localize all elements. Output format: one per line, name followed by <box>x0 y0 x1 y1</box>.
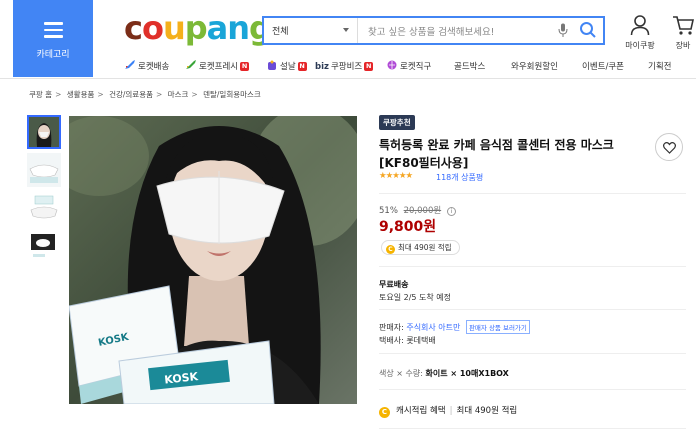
divider <box>379 428 686 429</box>
thumbnail-image <box>27 230 61 264</box>
category-label: 카테고리 <box>36 50 70 60</box>
thumbnail-image <box>27 192 61 226</box>
shipping-date: 토요일 2/5 도착 예정 <box>379 293 452 302</box>
microphone-icon[interactable] <box>558 23 568 38</box>
thumbnail-2[interactable] <box>27 153 61 187</box>
recommend-badge: 쿠팡추천 <box>379 115 415 130</box>
logo-letter: p <box>184 9 208 47</box>
search-category-select[interactable]: 전체 <box>264 18 358 43</box>
seollal-icon <box>268 60 276 70</box>
nav-rocket-delivery[interactable]: 로켓배송 <box>124 60 169 72</box>
breadcrumb-item[interactable]: 건강/의료용품 <box>109 90 153 99</box>
sale-price: 9,800원 <box>379 219 437 235</box>
cart-icon <box>673 16 694 35</box>
divider <box>379 193 686 194</box>
nav-goldbox[interactable]: 골드박스 <box>454 60 485 72</box>
selected-option[interactable]: 색상 × 수량: 화이트 × 10매X1BOX <box>379 368 509 379</box>
nav-rocket-fresh[interactable]: 로켓프레시 N <box>185 60 250 72</box>
discount-rate: 51% <box>379 206 398 216</box>
breadcrumb-item[interactable]: 마스크 <box>168 90 189 99</box>
logo-letter: u <box>162 9 186 47</box>
divider <box>379 389 686 390</box>
wishlist-button[interactable] <box>655 133 683 161</box>
coin-icon: C <box>386 245 395 254</box>
search-bar: 전체 찾고 싶은 상품을 검색해보세요! <box>262 16 605 45</box>
logo-letter: o <box>141 9 164 47</box>
nav-seollal[interactable]: 설날 N <box>266 60 307 72</box>
seller-info: 판매자: 주식회사 아트만 판매자 상품 보러가기 <box>379 320 530 334</box>
breadcrumb-item[interactable]: 쿠팡 홈 <box>29 90 52 99</box>
new-badge: N <box>297 62 307 71</box>
discount-info: 51% 20,000원 i <box>379 204 456 216</box>
rocket-fresh-icon <box>186 60 196 69</box>
product-title: 특허등록 완료 카페 음식점 콜센터 전용 마스크 [KF80필터사용] <box>379 138 614 170</box>
shipping-title: 무료배송 <box>379 280 409 289</box>
courier-info: 택배사: 롯데택배 <box>379 336 436 345</box>
header-divider <box>0 78 696 79</box>
info-icon[interactable]: i <box>446 207 456 216</box>
cash-reward-info: C 캐시적립 혜택 | 최대 490원 적립 <box>379 404 517 418</box>
nav-wow-discount[interactable]: 와우회원할인 <box>511 60 558 72</box>
divider <box>379 266 686 267</box>
breadcrumb: 쿠팡 홈 > 생활용품 > 건강/의료용품 > 마스크 > 덴탈/일회용마스크 <box>29 90 261 99</box>
biz-logo: biz <box>315 62 329 72</box>
mypage-button[interactable]: 마이쿠팡 <box>620 14 660 51</box>
breadcrumb-item[interactable]: 생활용품 <box>67 90 95 99</box>
nav-coupang-biz[interactable]: biz 쿠팡비즈 N <box>315 60 374 72</box>
rating-stars: ★★★★★ <box>379 171 413 181</box>
search-input[interactable]: 찾고 싶은 상품을 검색해보세요! <box>368 24 495 38</box>
thumbnail-image <box>29 117 59 147</box>
new-badge: N <box>240 62 250 71</box>
thumbnail-1[interactable] <box>27 115 61 149</box>
nav-events-coupons[interactable]: 이벤트/쿠폰 <box>582 60 624 72</box>
product-photo: KOSK KOSK <box>69 116 357 404</box>
coin-icon: C <box>379 407 390 418</box>
user-icon <box>630 15 650 36</box>
new-badge: N <box>364 62 374 71</box>
seller-name-link[interactable]: 주식회사 아트만 <box>406 323 460 332</box>
nav-rocket-global[interactable]: 로켓직구 <box>386 60 431 72</box>
thumbnail-image <box>27 153 61 187</box>
reward-badge[interactable]: C 최대 490원 적립 <box>381 240 460 255</box>
original-price: 20,000원 <box>403 206 442 216</box>
thumbnail-3[interactable] <box>27 192 61 226</box>
thumbnail-4[interactable] <box>27 230 61 264</box>
breadcrumb-item[interactable]: 덴탈/일회용마스크 <box>203 90 261 99</box>
nav-exhibitions[interactable]: 기획전 <box>648 60 671 72</box>
coupang-logo[interactable]: coupang <box>124 8 272 48</box>
category-menu-button[interactable]: 카테고리 <box>13 0 93 77</box>
logo-letter: n <box>227 9 250 47</box>
chevron-down-icon <box>343 28 349 32</box>
main-product-image[interactable]: KOSK KOSK <box>69 116 357 404</box>
divider <box>379 353 686 354</box>
rocket-icon <box>125 60 135 69</box>
logo-letter: a <box>206 9 229 47</box>
search-icon[interactable] <box>579 21 597 39</box>
review-count-link[interactable]: 118개 상품평 <box>436 172 483 183</box>
heart-icon <box>663 142 676 154</box>
logo-letter: c <box>124 9 143 47</box>
seller-products-button[interactable]: 판매자 상품 보러가기 <box>465 320 530 334</box>
divider <box>379 309 686 310</box>
hamburger-icon <box>44 22 63 42</box>
global-icon <box>387 60 397 70</box>
cart-button[interactable]: 장바 <box>670 14 696 51</box>
